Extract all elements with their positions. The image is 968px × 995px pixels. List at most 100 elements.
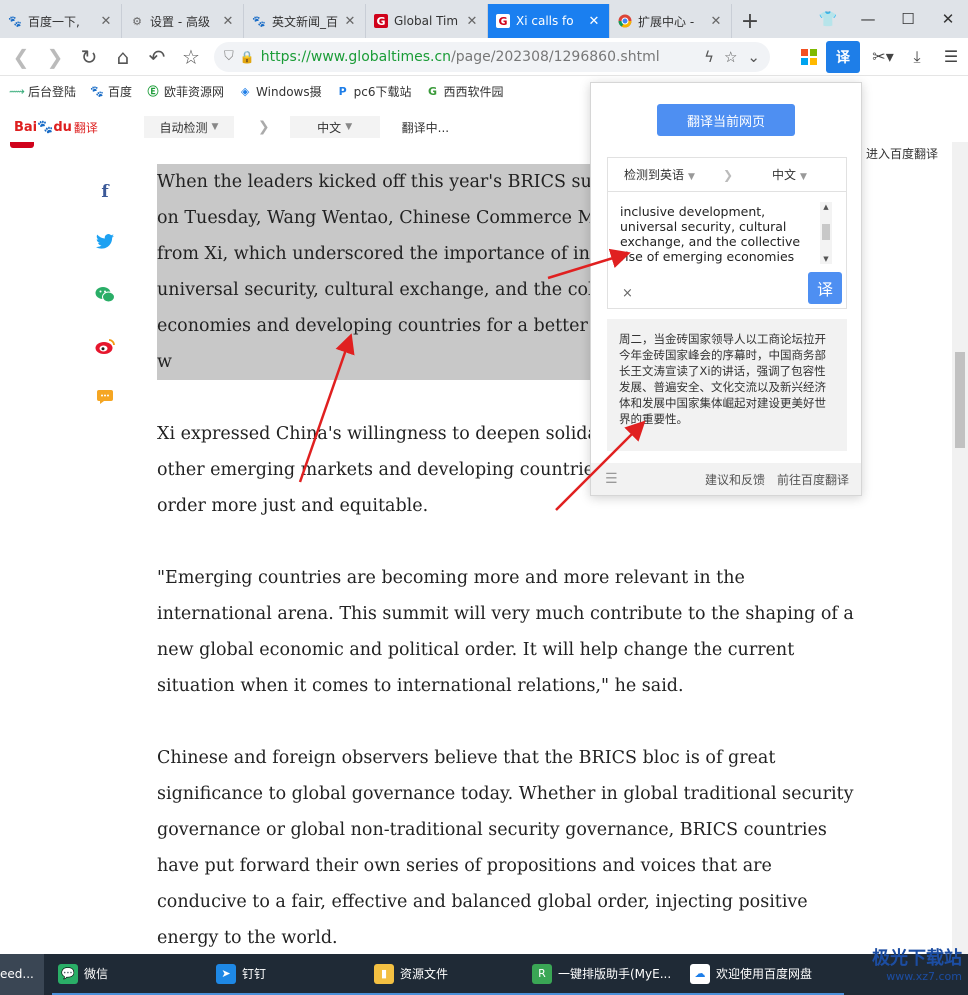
arrow-right-icon: ❯ — [257, 119, 270, 135]
scrollbar-thumb[interactable] — [822, 224, 830, 240]
article-line: energy to the world. — [157, 928, 338, 948]
close-icon[interactable]: ✕ — [709, 14, 723, 29]
bookmark-item[interactable]: ◈ Windows摄 — [238, 83, 322, 100]
target-language-select[interactable]: 中文 ▼ — [772, 166, 807, 183]
clear-icon[interactable]: × — [622, 286, 633, 301]
tab-label: Xi calls fo — [516, 14, 574, 28]
gear-icon: ⚙ — [132, 14, 142, 28]
weibo-icon[interactable] — [92, 338, 118, 390]
download-icon[interactable]: ⤓ — [900, 41, 934, 73]
forward-button[interactable]: ❯ — [38, 40, 72, 74]
menu-icon[interactable]: ☰ — [605, 471, 618, 487]
scroll-up-icon[interactable]: ▲ — [820, 202, 832, 212]
bookmark-item[interactable]: ⟿ 后台登陆 — [9, 83, 77, 100]
facebook-icon[interactable]: f — [92, 182, 118, 234]
tab-english-news[interactable]: 🐾 英文新闻_百 ✕ — [244, 4, 366, 38]
ofei-icon: Ⓔ — [147, 85, 159, 98]
enter-baidu-translate-link[interactable]: 进入百度翻译 — [866, 145, 938, 162]
menu-icon[interactable]: ☰ — [934, 41, 968, 73]
article-line: Xi expressed China's willingness to deep… — [157, 424, 598, 444]
lock-icon: 🔒 — [239, 49, 255, 64]
bookmark-item[interactable]: Ⓔ 欧菲资源网 — [146, 83, 225, 100]
apps-grid-icon[interactable] — [792, 41, 826, 73]
goto-baidu-translate-link[interactable]: 前往百度翻译 — [777, 471, 849, 488]
browser-window: 🐾 百度一下, ✕ ⚙ 设置 - 高级 ✕ 🐾 英文新闻_百 ✕ G Globa… — [0, 0, 968, 995]
chevron-down-icon[interactable]: ⌄ — [747, 48, 760, 66]
taskbar-item-netdisk[interactable]: ☁ 欢迎使用百度网盘 — [684, 954, 844, 995]
reload-button[interactable]: ↻ — [72, 40, 106, 74]
tab-label: 设置 - 高级 — [150, 14, 210, 29]
bookmark-label: 后台登陆 — [28, 84, 77, 99]
article-line: other emerging markets and developing co… — [157, 460, 595, 480]
close-icon[interactable]: ✕ — [587, 14, 601, 29]
scissors-icon[interactable]: ✂▾ — [866, 41, 900, 73]
baidu-paw-icon: 🐾 — [37, 119, 54, 135]
page-scrollbar[interactable] — [952, 142, 968, 954]
translate-extension-button[interactable]: 译 — [826, 40, 860, 73]
article-line: on Tuesday, Wang Wentao, Chinese Commerc… — [157, 208, 596, 228]
close-icon[interactable]: ✕ — [343, 14, 357, 29]
translate-page-button[interactable]: 翻译当前网页 — [657, 104, 795, 136]
tab-global-times[interactable]: G Global Tim ✕ — [366, 4, 488, 38]
taskbar-label: 一键排版助手(MyE... — [558, 967, 672, 981]
shirt-skin-icon[interactable]: 👕 — [808, 0, 848, 38]
source-text[interactable]: inclusive development, universal securit… — [620, 204, 816, 266]
source-text-box[interactable]: inclusive development, universal securit… — [607, 191, 847, 309]
taskbar-item[interactable]: eed... — [0, 954, 44, 995]
close-icon[interactable]: ✕ — [221, 14, 235, 29]
home-button[interactable]: ⌂ — [106, 40, 140, 74]
maximize-button[interactable]: ☐ — [888, 0, 928, 38]
twitter-icon[interactable] — [92, 234, 118, 286]
tab-baidu-home[interactable]: 🐾 百度一下, ✕ — [0, 4, 122, 38]
taskbar-item-dingtalk[interactable]: ➤ 钉钉 — [210, 954, 368, 995]
shield-icon[interactable]: ⛉ — [224, 49, 234, 64]
taskbar-item-myeditor[interactable]: R 一键排版助手(MyE... — [526, 954, 684, 995]
bookmark-item[interactable]: G 西西软件园 — [425, 83, 504, 100]
tab-xi-calls[interactable]: G Xi calls fo ✕ — [488, 4, 610, 38]
address-bar[interactable]: ⛉ 🔒 https://www.globaltimes.cn /page/202… — [214, 41, 770, 72]
bookmark-item[interactable]: 🐾 百度 — [90, 83, 132, 100]
new-tab-button[interactable]: + — [732, 4, 768, 38]
bookmark-star-button[interactable]: ☆ — [174, 40, 208, 74]
article-paragraph: Chinese and foreign observers believe th… — [157, 740, 857, 954]
close-icon[interactable]: ✕ — [465, 14, 479, 29]
caret-down-icon: ▼ — [211, 122, 219, 132]
close-icon[interactable]: ✕ — [99, 14, 113, 29]
scrollbar-thumb[interactable] — [955, 352, 965, 448]
taskbar-item-wechat[interactable]: 💬 微信 — [52, 954, 210, 995]
feedback-link[interactable]: 建议和反馈 — [705, 471, 765, 488]
back-button[interactable]: ❮ — [4, 40, 38, 74]
bookmark-label: pc6下载站 — [353, 84, 412, 99]
source-language-select[interactable]: 自动检测 ▼ — [143, 116, 234, 138]
taskbar-item-folder[interactable]: ▮ 资源文件 — [368, 954, 526, 995]
comment-icon[interactable] — [92, 390, 118, 442]
lightning-icon[interactable]: ϟ — [704, 48, 714, 66]
caret-down-icon: ▼ — [688, 172, 695, 182]
tab-label: Global Tim — [394, 14, 459, 28]
minimize-button[interactable]: — — [848, 0, 888, 38]
target-language-select[interactable]: 中文 ▼ — [289, 116, 380, 138]
tab-label: 英文新闻_百 — [272, 14, 339, 29]
tab-strip: 🐾 百度一下, ✕ ⚙ 设置 - 高级 ✕ 🐾 英文新闻_百 ✕ G Globa… — [0, 0, 968, 38]
source-scrollbar[interactable]: ▲ ▼ — [820, 202, 832, 264]
scroll-down-icon[interactable]: ▼ — [820, 254, 832, 264]
translation-status: 翻译中... — [401, 120, 450, 135]
caret-down-icon: ▼ — [800, 172, 807, 182]
popup-footer: ☰ 建议和反馈 前往百度翻译 — [591, 463, 861, 495]
wechat-icon[interactable] — [92, 286, 118, 338]
bookmark-label: Windows摄 — [256, 84, 322, 99]
favorite-star-icon[interactable]: ☆ — [724, 48, 737, 66]
detected-language-select[interactable]: 检测到英语 ▼ — [624, 166, 708, 183]
bookmark-item[interactable]: Ppc6下载站 — [336, 83, 412, 100]
source-language-label: 自动检测 — [159, 120, 208, 135]
caret-down-icon: ▼ — [345, 122, 353, 132]
translate-button[interactable]: 译 — [808, 272, 842, 304]
undo-close-button[interactable]: ↶ — [140, 40, 174, 74]
baidu-netdisk-icon: ☁ — [690, 963, 710, 984]
window-close-button[interactable]: ✕ — [928, 0, 968, 38]
tab-settings[interactable]: ⚙ 设置 - 高级 ✕ — [122, 4, 244, 38]
article-line: situation when it comes to international… — [157, 676, 684, 696]
globaltimes-g-icon: G — [496, 14, 510, 28]
tab-extension-center[interactable]: 扩展中心 - ✕ — [610, 4, 732, 38]
baidu-translate-logo: Bai 🐾 du 翻译 — [14, 119, 98, 136]
